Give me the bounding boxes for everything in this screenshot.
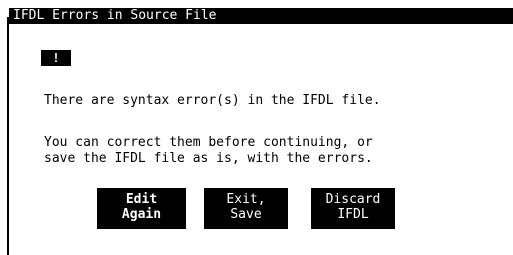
error-message-line-1: There are syntax error(s) in the IFDL fi… (44, 93, 381, 108)
edit-again-label-line-1: Edit (125, 192, 158, 207)
exit-save-label-line-2: Save (230, 207, 262, 222)
discard-ifdl-label-line-2: IFDL (337, 207, 369, 222)
exclamation-icon: ! (41, 50, 71, 66)
edit-again-button[interactable]: Edit Again (97, 188, 186, 229)
edit-again-label-line-2: Again (121, 207, 162, 222)
error-message-line-2: You can correct them before continuing, … (44, 135, 373, 150)
dialog-title: IFDL Errors in Source File (13, 8, 217, 23)
discard-ifdl-label-line-1: Discard (325, 192, 381, 207)
exit-save-label-line-1: Exit, (226, 192, 266, 207)
discard-ifdl-button[interactable]: Discard IFDL (311, 188, 395, 229)
ifdl-errors-dialog: IFDL Errors in Source File ! There are s… (0, 0, 513, 255)
dialog-frame-left-border (7, 19, 9, 255)
error-message-line-3: save the IFDL file as is, with the error… (44, 151, 373, 166)
dialog-title-bar[interactable]: IFDL Errors in Source File (9, 8, 513, 24)
exit-save-button[interactable]: Exit, Save (204, 188, 288, 229)
